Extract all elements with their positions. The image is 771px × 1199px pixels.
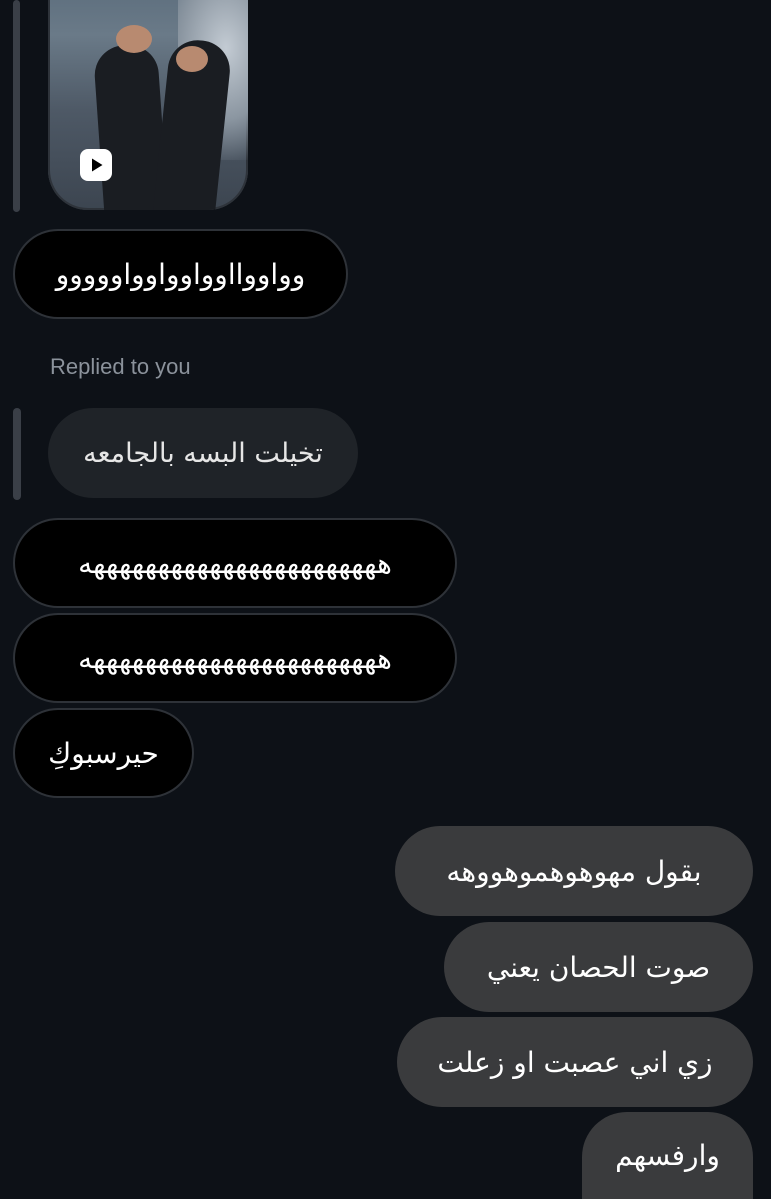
sent-message[interactable]: وارفسهم	[582, 1112, 753, 1199]
quote-thread-bar	[13, 408, 21, 500]
received-message[interactable]: وواووااوواوواوواووووو	[13, 229, 348, 319]
reply-thread-bar	[13, 0, 20, 212]
shared-reel-thumbnail[interactable]	[48, 0, 248, 210]
received-message[interactable]: هههههههههههههههههههههههه	[13, 613, 457, 703]
reel-image-foot-right	[176, 46, 208, 72]
replied-to-you-label: Replied to you	[50, 354, 191, 379]
received-message[interactable]: حيرسبوكِ	[13, 708, 194, 798]
received-message[interactable]: هههههههههههههههههههههههه	[13, 518, 457, 608]
sent-message[interactable]: زي اني عصبت او زعلت	[397, 1017, 753, 1107]
sent-message[interactable]: صوت الحصان يعني	[444, 922, 753, 1012]
sent-message[interactable]: بقول مهوهوهموهووهه	[395, 826, 753, 916]
reel-image-foot-left	[116, 25, 152, 53]
play-icon[interactable]	[80, 149, 112, 181]
play-icon-glyph	[92, 158, 103, 172]
quoted-message[interactable]: تخيلت البسه بالجامعه	[48, 408, 358, 498]
